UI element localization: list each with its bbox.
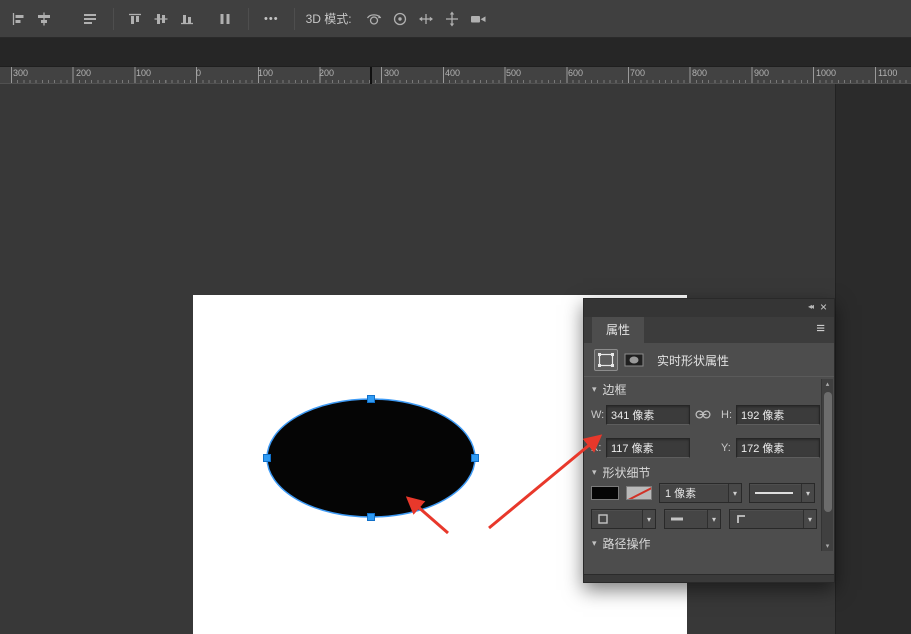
ruler-label: 100	[136, 68, 151, 78]
properties-panel: ◂◂ × 属性 ≡ 实时形状属性 ▾ 边框 W:	[583, 298, 835, 583]
align-left-edges-icon[interactable]	[6, 7, 30, 31]
panel-dock-strip	[835, 84, 911, 634]
chevron-down-icon: ▾	[592, 384, 597, 395]
scroll-up-icon[interactable]: ▴	[822, 380, 833, 388]
tab-properties[interactable]: 属性	[592, 317, 644, 343]
toolbar-separator	[248, 8, 249, 30]
justify-lines-icon[interactable]	[78, 7, 102, 31]
ruler-label: 100	[258, 68, 273, 78]
solid-line-icon	[755, 492, 793, 494]
shape-properties-header: 实时形状属性	[594, 346, 729, 374]
stroke-align-icon	[597, 513, 609, 525]
distribute-top-edges-icon[interactable]	[123, 7, 147, 31]
stroke-align-dropdown[interactable]: ▾	[591, 509, 656, 529]
section-transform[interactable]: ▾ 边框	[592, 381, 627, 397]
ruler-label: 300	[384, 68, 399, 78]
chevron-down-icon: ▾	[592, 467, 597, 478]
more-options-button[interactable]: •••	[258, 9, 285, 29]
3d-mode-label: 3D 模式:	[306, 10, 352, 27]
section-transform-label: 边框	[603, 381, 627, 398]
horizontal-ruler: 300 200 100 0 100 200 300 400 500 600 70…	[0, 66, 911, 84]
align-horizontal-centers-icon[interactable]	[32, 7, 56, 31]
height-input[interactable]	[737, 406, 819, 424]
x-label: X:	[591, 438, 601, 458]
ruler-label: 0	[196, 68, 201, 78]
ruler-label: 200	[319, 68, 334, 78]
width-input[interactable]	[607, 406, 689, 424]
tab-strip-background	[0, 38, 911, 66]
y-input[interactable]	[737, 439, 819, 457]
height-label: H:	[721, 405, 732, 425]
panel-scrollbar[interactable]: ▴ ▾	[821, 379, 833, 551]
stroke-width-value: 1 像素	[660, 484, 728, 502]
3d-orbit-icon[interactable]	[362, 7, 386, 31]
scrollbar-thumb[interactable]	[824, 392, 832, 512]
y-field-box	[736, 438, 820, 458]
panel-title-bar[interactable]: ◂◂ ×	[584, 299, 834, 317]
ruler-label: 900	[754, 68, 769, 78]
panel-divider	[584, 376, 834, 377]
stroke-cap-dropdown[interactable]: ▾	[664, 509, 721, 529]
ruler-label: 1000	[816, 68, 836, 78]
stroke-width-dropdown[interactable]: 1 像素 ▾	[659, 483, 742, 503]
stroke-type-dropdown[interactable]: ▾	[749, 483, 815, 503]
ruler-label: 1100	[878, 68, 897, 78]
ruler-label: 700	[630, 68, 645, 78]
section-shape-details[interactable]: ▾ 形状细节	[592, 464, 651, 480]
x-input[interactable]	[607, 439, 689, 457]
section-shape-details-label: 形状细节	[603, 464, 651, 481]
section-path-operations-label: 路径操作	[603, 535, 651, 552]
live-shape-properties-title: 实时形状属性	[657, 352, 729, 369]
ruler-position-marker	[370, 67, 372, 84]
close-panel-icon[interactable]: ×	[820, 300, 827, 314]
ruler-label: 800	[692, 68, 707, 78]
bounding-box-icon[interactable]	[594, 349, 618, 371]
3d-slide-icon[interactable]	[440, 7, 464, 31]
photoshop-window: ••• 3D 模式: 300 200 100 0 100 200 300 400…	[0, 0, 911, 634]
chevron-down-icon[interactable]: ▾	[728, 484, 741, 502]
panel-tab-bar: 属性 ≡	[584, 317, 834, 343]
width-field-box	[606, 405, 690, 425]
height-field-box	[736, 405, 820, 425]
y-label: Y:	[721, 438, 731, 458]
distribute-vertical-centers-icon[interactable]	[149, 7, 173, 31]
stroke-color-swatch[interactable]	[626, 486, 652, 500]
panel-menu-icon[interactable]: ≡	[816, 320, 825, 337]
scroll-down-icon[interactable]: ▾	[822, 542, 833, 550]
options-bar: ••• 3D 模式:	[0, 0, 911, 38]
chevron-down-icon: ▾	[592, 538, 597, 549]
fill-color-swatch[interactable]	[591, 486, 619, 500]
distribute-horizontal-icon[interactable]	[213, 7, 237, 31]
stroke-cap-icon	[670, 515, 684, 523]
3d-pan-icon[interactable]	[414, 7, 438, 31]
collapse-panel-icon[interactable]: ◂◂	[808, 302, 812, 311]
width-label: W:	[591, 405, 604, 425]
section-path-operations[interactable]: ▾ 路径操作	[592, 535, 651, 551]
vector-mask-icon[interactable]	[622, 349, 646, 371]
stroke-corner-dropdown[interactable]: ▾	[729, 509, 817, 529]
ruler-label: 200	[76, 68, 91, 78]
stroke-corner-icon	[735, 513, 747, 525]
x-field-box	[606, 438, 690, 458]
link-dimensions-icon[interactable]	[694, 408, 712, 426]
ruler-label: 500	[506, 68, 521, 78]
chevron-down-icon[interactable]: ▾	[642, 510, 655, 528]
3d-roll-icon[interactable]	[388, 7, 412, 31]
panel-body: 实时形状属性 ▾ 边框 W: H: X: Y:	[584, 343, 834, 576]
toolbar-separator	[113, 8, 114, 30]
chevron-down-icon[interactable]: ▾	[803, 510, 816, 528]
ruler-label: 300	[13, 68, 28, 78]
distribute-bottom-edges-icon[interactable]	[175, 7, 199, 31]
3d-camera-icon[interactable]	[466, 7, 490, 31]
panel-resize-bar[interactable]	[584, 574, 834, 582]
toolbar-separator	[294, 8, 295, 30]
ruler-label: 400	[445, 68, 460, 78]
no-color-slash-icon	[626, 486, 652, 500]
chevron-down-icon[interactable]: ▾	[801, 484, 814, 502]
ruler-label: 600	[568, 68, 583, 78]
chevron-down-icon[interactable]: ▾	[707, 510, 720, 528]
ellipse-shape[interactable]	[267, 399, 475, 517]
